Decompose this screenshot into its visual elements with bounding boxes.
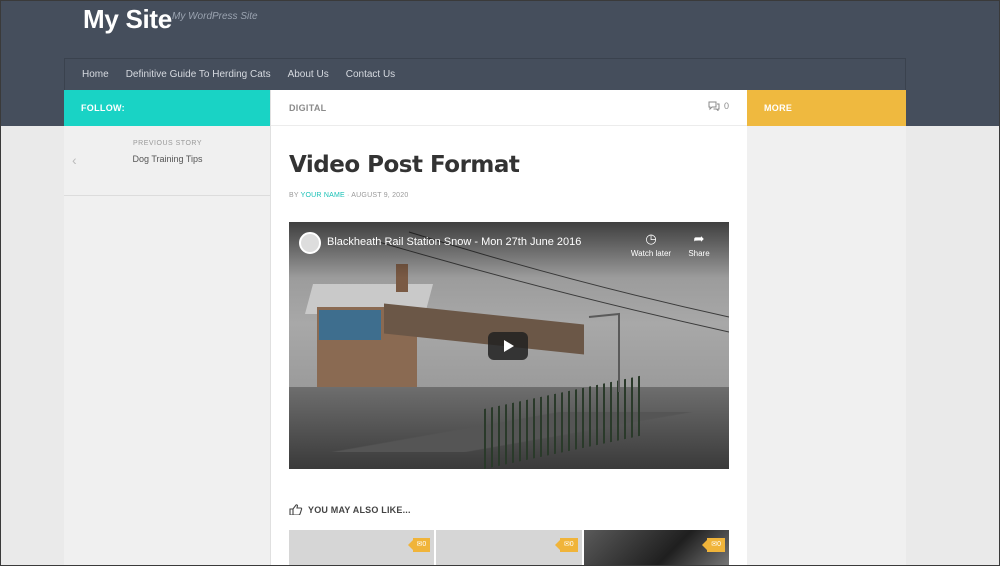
previous-story-title[interactable]: Dog Training Tips (64, 154, 271, 164)
video-title[interactable]: Blackheath Rail Station Snow - Mon 27th … (327, 236, 581, 248)
comments-icon (708, 101, 720, 111)
comment-count-link[interactable]: 0 (708, 101, 729, 111)
comment-count: 0 (723, 101, 729, 111)
site-tagline: My WordPress Site (172, 11, 258, 22)
video-embed[interactable]: Blackheath Rail Station Snow - Mon 27th … (289, 222, 729, 469)
thumbs-up-icon (289, 504, 303, 515)
watch-later-label: Watch later (630, 249, 672, 258)
related-post-thumbnail[interactable]: ✉0 (289, 530, 435, 566)
channel-avatar[interactable] (299, 232, 321, 254)
related-post-thumbnail[interactable]: ✉0 (436, 530, 582, 566)
previous-story-label: PREVIOUS STORY (133, 140, 202, 147)
post-date: · AUGUST 9, 2020 (347, 192, 409, 199)
related-comment-badge[interactable]: ✉0 (702, 538, 725, 552)
more-bar[interactable]: MORE (747, 90, 906, 126)
post-author-link[interactable]: YOUR NAME (301, 192, 345, 199)
category-bar: DIGITAL 0 (271, 90, 747, 126)
category-link[interactable]: DIGITAL (289, 103, 326, 113)
post-meta-by: BY (289, 192, 299, 199)
play-button[interactable] (488, 332, 528, 360)
post-meta: BY YOUR NAME · AUGUST 9, 2020 (289, 192, 408, 199)
related-comment-count: 0 (717, 541, 721, 548)
post-title: Video Post Format (289, 152, 520, 178)
site-title[interactable]: My Site (83, 4, 172, 35)
nav-item-herding-cats[interactable]: Definitive Guide To Herding Cats (126, 69, 271, 80)
related-comment-count: 0 (569, 541, 574, 548)
left-sidebar: FOLLOW: ‹ PREVIOUS STORY Dog Training Ti… (64, 90, 271, 566)
follow-bar: FOLLOW: (64, 90, 270, 126)
related-comment-badge[interactable]: ✉0 (554, 538, 578, 552)
related-heading-text: YOU MAY ALSO LIKE... (308, 504, 411, 515)
related-posts-heading: YOU MAY ALSO LIKE... (289, 504, 411, 515)
related-comment-badge[interactable]: ✉0 (407, 538, 431, 552)
main-navigation: Home Definitive Guide To Herding Cats Ab… (64, 58, 906, 90)
related-posts-list: ✉0 ✉0 ✉0 (289, 530, 729, 566)
related-post-thumbnail[interactable]: ✉0 (583, 530, 729, 566)
nav-item-home[interactable]: Home (82, 69, 109, 80)
share-icon: ➦ (693, 231, 705, 246)
right-sidebar: MORE (747, 90, 906, 566)
related-comment-count: 0 (422, 541, 427, 548)
share-button[interactable]: ➦ Share (669, 231, 729, 258)
main-content: DIGITAL 0 Video Post Format BY YOUR NAME… (271, 90, 747, 566)
nav-item-about-us[interactable]: About Us (288, 69, 329, 80)
nav-item-contact-us[interactable]: Contact Us (346, 69, 395, 80)
share-label: Share (688, 249, 710, 258)
previous-story-link[interactable]: ‹ PREVIOUS STORY Dog Training Tips (64, 126, 270, 196)
